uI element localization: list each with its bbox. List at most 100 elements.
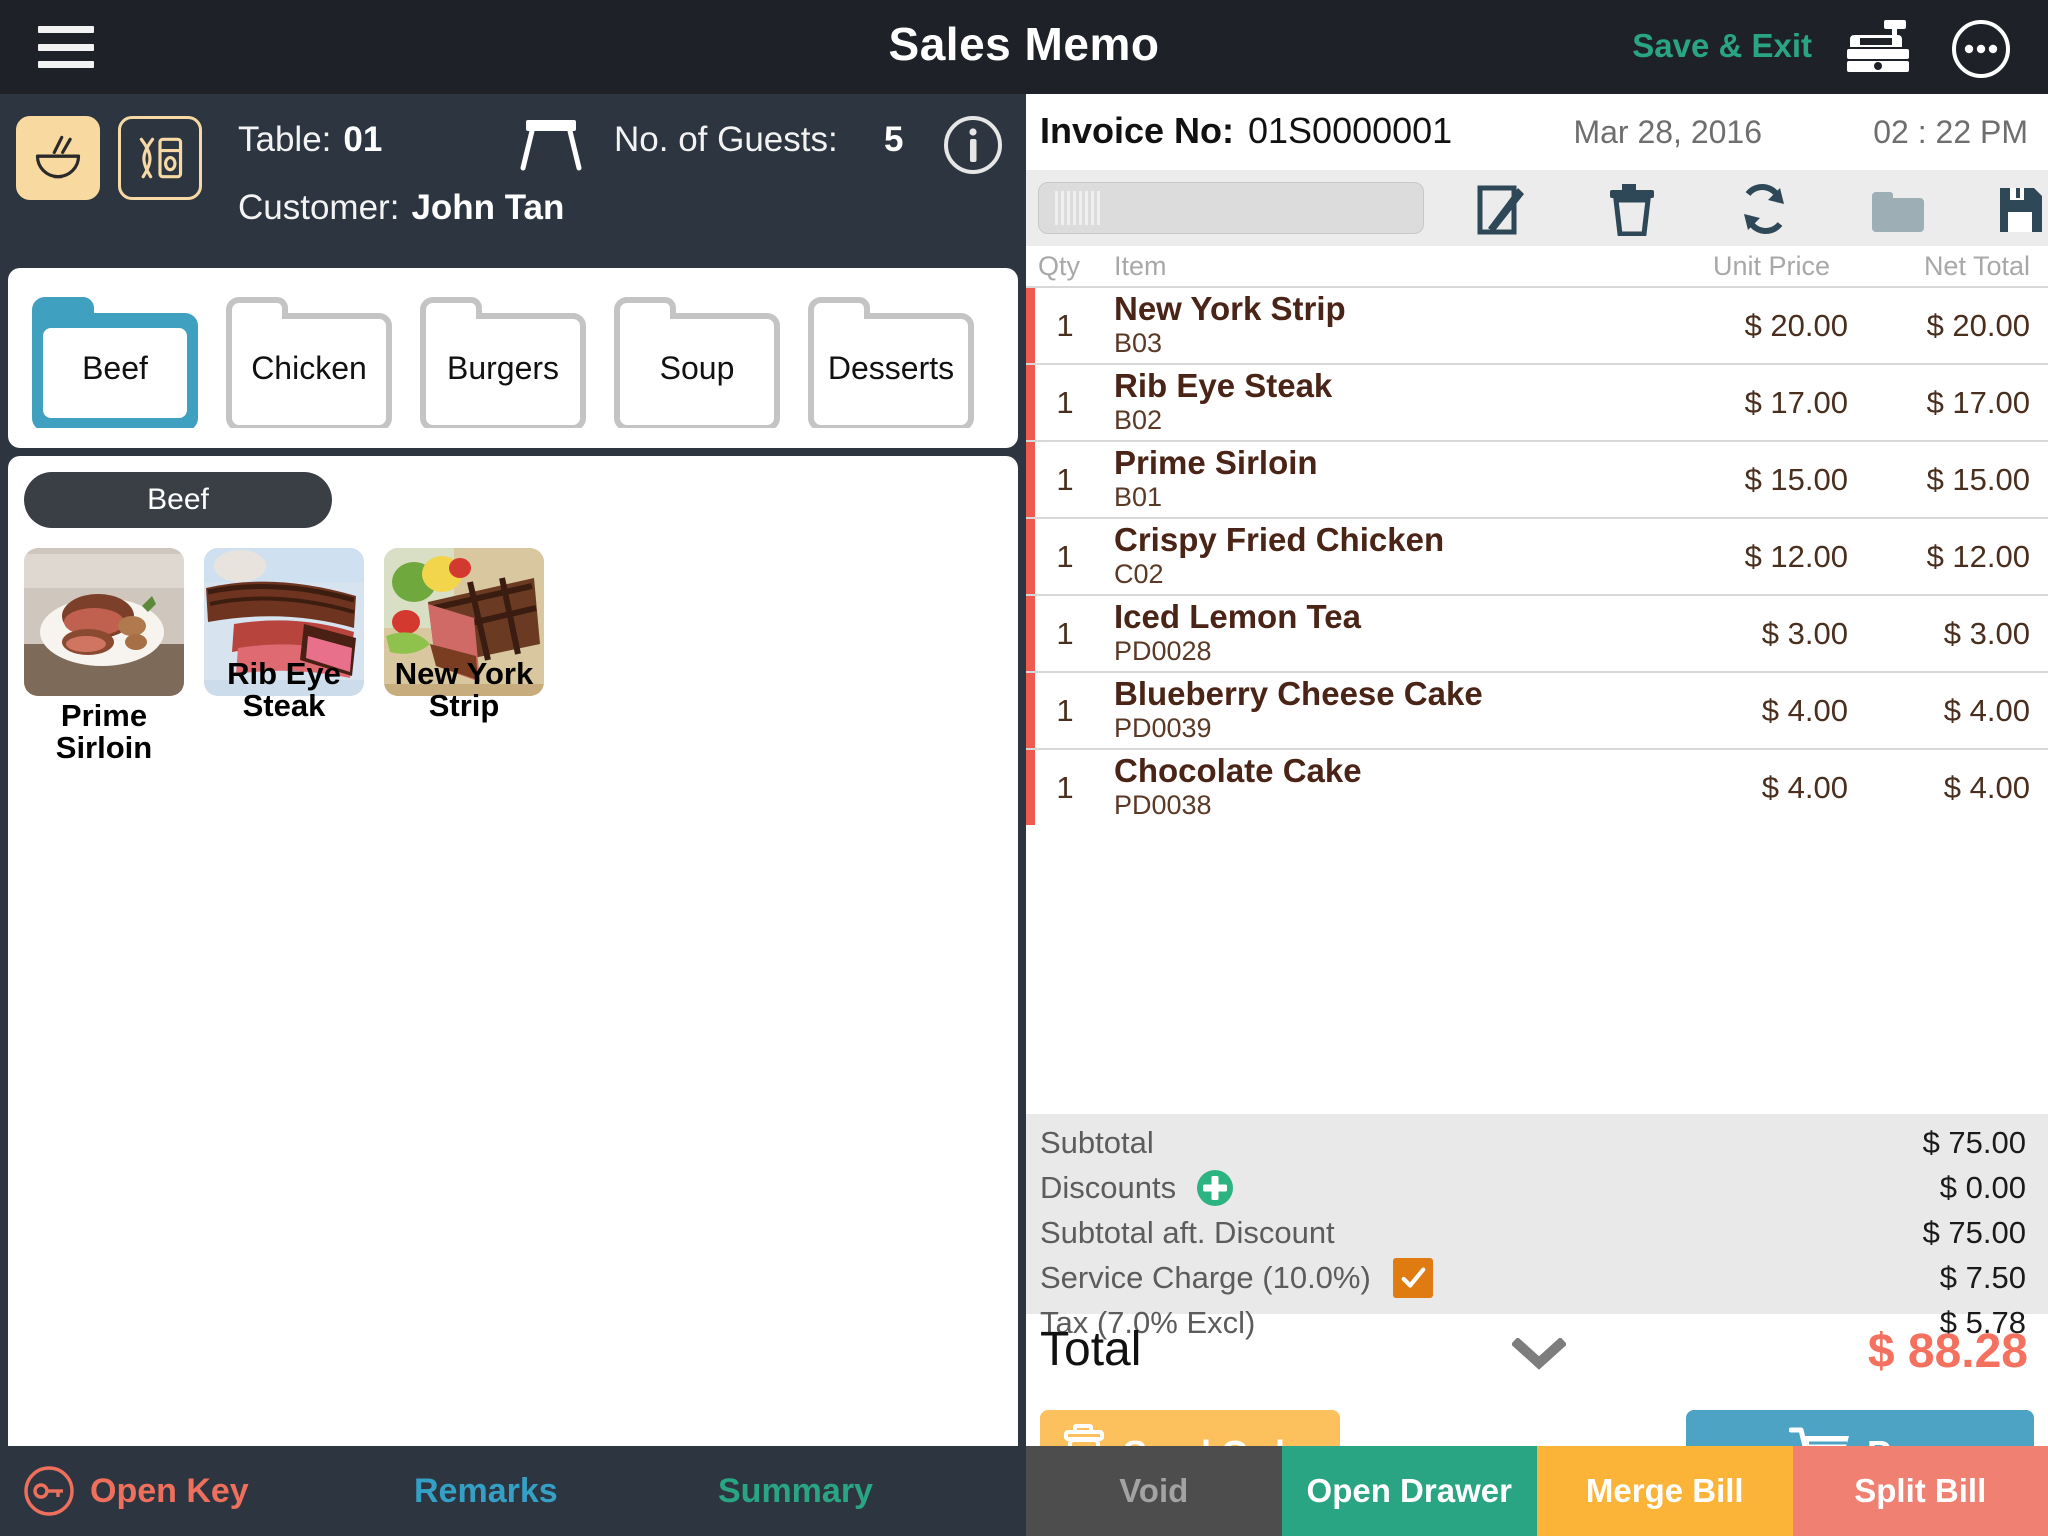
table-row[interactable]: 1 New York Strip B03 $ 20.00 $ 20.00 bbox=[1026, 286, 2048, 363]
product-panel: Beef Prime Sirloin Rib Eye Steak New Yor… bbox=[8, 456, 1018, 1536]
table-row[interactable]: 1 Crispy Fried Chicken C02 $ 12.00 $ 12.… bbox=[1026, 517, 2048, 594]
add-discount-icon[interactable] bbox=[1196, 1169, 1234, 1207]
edit-icon[interactable] bbox=[1472, 182, 1528, 236]
row-item-code: PD0028 bbox=[1114, 636, 1212, 667]
open-key-button[interactable]: Open Key bbox=[22, 1464, 249, 1518]
total-label: Total bbox=[1040, 1323, 1142, 1376]
trash-icon[interactable] bbox=[1604, 182, 1660, 237]
row-item-name: New York Strip bbox=[1114, 290, 1346, 328]
row-item: Prime Sirloin B01 bbox=[1092, 445, 1658, 513]
row-item-name: Chocolate Cake bbox=[1114, 752, 1362, 790]
row-qty: 1 bbox=[1056, 769, 1074, 805]
total-row: Total $ 88.28 bbox=[1026, 1316, 2048, 1398]
row-accent-bar bbox=[1026, 519, 1035, 594]
row-item-code: C02 bbox=[1114, 559, 1164, 590]
left-panel: Table: 01 No. of Guests: 5 Customer: Joh… bbox=[0, 94, 1026, 1536]
chevron-down-icon[interactable] bbox=[1510, 1336, 1568, 1370]
barcode-icon bbox=[1055, 191, 1100, 225]
summary-button[interactable]: Summary bbox=[718, 1472, 873, 1511]
category-tab-desserts[interactable]: Desserts bbox=[806, 288, 976, 428]
row-net-total: $ 20.00 bbox=[1926, 307, 2030, 343]
product-card-new-york-strip[interactable]: New York Strip bbox=[384, 548, 544, 722]
row-item: Blueberry Cheese Cake PD0039 bbox=[1092, 675, 1658, 744]
remarks-button[interactable]: Remarks bbox=[414, 1472, 558, 1511]
product-card-rib-eye-steak[interactable]: Rib Eye Steak bbox=[204, 548, 364, 722]
row-unit-price: $ 4.00 bbox=[1761, 692, 1848, 728]
service-charge-value: $ 7.50 bbox=[1939, 1259, 2026, 1295]
row-item-name: Rib Eye Steak bbox=[1114, 367, 1333, 405]
table-row[interactable]: 1 Blueberry Cheese Cake PD0039 $ 4.00 $ … bbox=[1026, 671, 2048, 748]
row-accent-bar bbox=[1026, 673, 1035, 748]
subtotal-label: Subtotal bbox=[1040, 1124, 1154, 1160]
category-tab-chicken[interactable]: Chicken bbox=[224, 288, 394, 428]
order-column-headers: Qty Item Unit Price Net Total bbox=[1026, 246, 2048, 286]
cash-register-icon[interactable] bbox=[1844, 18, 1912, 76]
info-icon[interactable] bbox=[942, 114, 1004, 176]
row-qty: 1 bbox=[1056, 615, 1074, 651]
table-row[interactable]: 1 Prime Sirloin B01 $ 15.00 $ 15.00 bbox=[1026, 440, 2048, 517]
row-accent-bar bbox=[1026, 365, 1035, 440]
table-row[interactable]: 1 Iced Lemon Tea PD0028 $ 3.00 $ 3.00 bbox=[1026, 594, 2048, 671]
column-header-unit-price: Unit Price bbox=[1712, 250, 1830, 281]
top-bar: Sales Memo Save & Exit bbox=[0, 0, 2048, 94]
summary-row-discounts: Discounts $ 0.00 bbox=[1026, 1165, 2048, 1210]
void-button[interactable]: Void bbox=[1026, 1446, 1282, 1536]
service-charge-checkbox[interactable] bbox=[1392, 1257, 1433, 1298]
more-options-icon[interactable] bbox=[1950, 18, 2012, 80]
row-item: New York Strip B03 bbox=[1092, 290, 1658, 359]
order-items-list[interactable]: Qty Item Unit Price Net Total 1 New York… bbox=[1026, 246, 2048, 872]
summary-row-subtotal-after-discount: Subtotal aft. Discount $ 75.00 bbox=[1026, 1210, 2048, 1255]
row-unit-price: $ 15.00 bbox=[1744, 461, 1848, 497]
product-name: New York Strip bbox=[394, 656, 534, 724]
left-footer-bar: Open Key Remarks Summary bbox=[0, 1446, 1026, 1536]
table-number-group[interactable]: Table: 01 bbox=[238, 120, 382, 160]
row-net-total: $ 15.00 bbox=[1926, 461, 2030, 497]
row-item-code: B02 bbox=[1114, 405, 1163, 436]
open-drawer-button[interactable]: Open Drawer bbox=[1281, 1446, 1537, 1536]
row-qty: 1 bbox=[1056, 384, 1074, 420]
customer-value: John Tan bbox=[411, 188, 565, 227]
row-item: Rib Eye Steak B02 bbox=[1092, 367, 1658, 436]
row-net-total: $ 4.00 bbox=[1943, 692, 2030, 728]
customer-group[interactable]: Customer: John Tan bbox=[238, 188, 564, 228]
category-tab-label: Desserts bbox=[827, 350, 955, 386]
save-icon[interactable] bbox=[1992, 182, 2048, 236]
product-card-prime-sirloin[interactable]: Prime Sirloin bbox=[24, 548, 184, 764]
row-qty: 1 bbox=[1056, 461, 1074, 497]
category-tab-soup[interactable]: Soup bbox=[612, 288, 782, 428]
table-icon bbox=[518, 116, 584, 172]
dine-in-bowl-icon[interactable] bbox=[16, 116, 100, 200]
guests-value: 5 bbox=[884, 120, 904, 159]
category-tab-label: Soup bbox=[659, 350, 735, 386]
product-name: Rib Eye Steak bbox=[227, 656, 341, 724]
barcode-input[interactable] bbox=[1038, 182, 1424, 234]
service-charge-label: Service Charge (10.0%) bbox=[1040, 1259, 1371, 1295]
row-item-code: PD0038 bbox=[1114, 790, 1212, 821]
row-accent-bar bbox=[1026, 288, 1035, 363]
row-item-name: Crispy Fried Chicken bbox=[1114, 521, 1445, 559]
invoice-date: Mar 28, 2016 bbox=[1573, 114, 1762, 150]
subtotal-after-discount-label: Subtotal aft. Discount bbox=[1040, 1214, 1335, 1250]
table-label: Table: bbox=[238, 120, 332, 159]
row-item-code: B01 bbox=[1114, 482, 1163, 513]
category-tab-beef[interactable]: Beef bbox=[30, 288, 200, 428]
right-panel: Invoice No: 01S0000001 Mar 28, 2016 02 :… bbox=[1026, 94, 2048, 1536]
save-and-exit-button[interactable]: Save & Exit bbox=[1632, 27, 1812, 65]
merge-bill-button[interactable]: Merge Bill bbox=[1537, 1446, 1793, 1536]
refresh-icon[interactable] bbox=[1736, 182, 1792, 236]
row-qty: 1 bbox=[1056, 307, 1074, 343]
table-row[interactable]: 1 Rib Eye Steak B02 $ 17.00 $ 17.00 bbox=[1026, 363, 2048, 440]
row-item-code: PD0039 bbox=[1114, 713, 1212, 744]
split-bill-button[interactable]: Split Bill bbox=[1792, 1446, 2048, 1536]
table-row[interactable]: 1 Chocolate Cake PD0038 $ 4.00 $ 4.00 bbox=[1026, 748, 2048, 825]
folder-icon[interactable] bbox=[1868, 182, 1924, 236]
column-header-item: Item bbox=[1114, 250, 1167, 281]
order-summary: Subtotal $ 75.00 Discounts $ 0.00 Subtot… bbox=[1026, 1114, 2048, 1340]
summary-row-subtotal: Subtotal $ 75.00 bbox=[1026, 1120, 2048, 1165]
category-tab-burgers[interactable]: Burgers bbox=[418, 288, 588, 428]
takeaway-cup-icon[interactable] bbox=[118, 116, 202, 200]
right-footer-bar: Void Open Drawer Merge Bill Split Bill bbox=[1026, 1446, 2048, 1536]
row-item-name: Blueberry Cheese Cake bbox=[1114, 675, 1483, 713]
row-accent-bar bbox=[1026, 442, 1035, 517]
key-icon bbox=[22, 1464, 76, 1518]
